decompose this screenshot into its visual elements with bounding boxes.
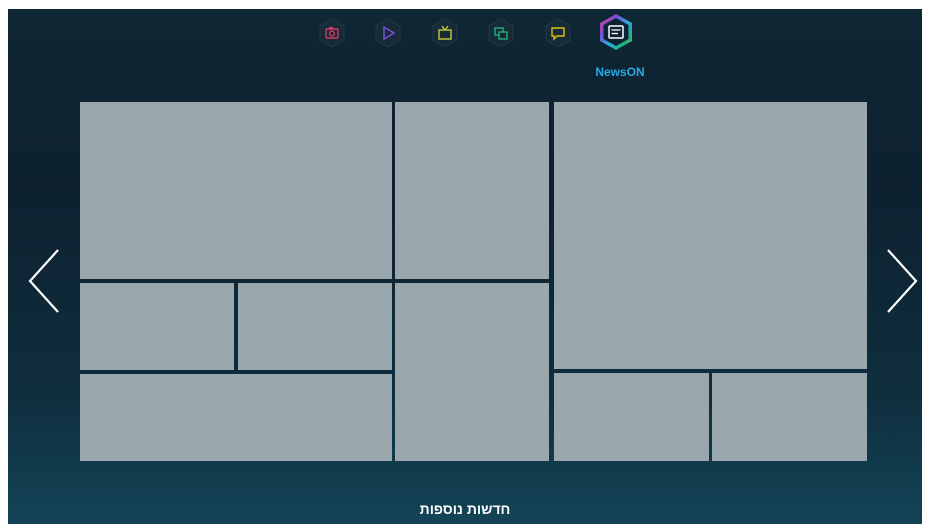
chat-app[interactable] [543,18,573,48]
news-tile-grid [80,102,868,462]
news-tile[interactable] [395,102,549,279]
news-tile[interactable] [712,373,867,461]
app-bar: NewsON [8,9,922,89]
multi-screen-icon [488,18,514,48]
play-app[interactable] [373,18,403,48]
news-tile[interactable] [238,283,392,370]
active-app-label: NewsON [595,65,645,79]
prev-page-button[interactable] [26,246,66,316]
more-news-link[interactable]: חדשות נוספות [8,501,922,517]
news-tile[interactable] [80,283,234,370]
news-tile[interactable] [80,102,392,279]
camera-app[interactable] [317,18,347,48]
tv-screen: NewsON חדשות נוספות [8,9,922,524]
multi-screen-app[interactable] [486,18,516,48]
tv-icon [432,18,458,48]
next-page-button[interactable] [880,246,920,316]
news-tile[interactable] [395,283,549,461]
camera-icon [319,18,345,48]
tv-app[interactable] [430,18,460,48]
news-tile[interactable] [80,374,392,461]
newson-app[interactable] [597,13,635,51]
news-tile[interactable] [554,102,867,369]
chat-icon [545,18,571,48]
chevron-left-icon [28,249,59,313]
news-icon [600,14,632,50]
news-tile[interactable] [554,373,709,461]
play-icon [375,18,401,48]
chevron-right-icon [887,249,918,313]
